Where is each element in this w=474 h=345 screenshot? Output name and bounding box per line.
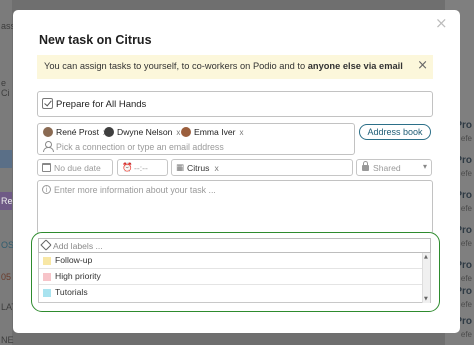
bg-item-sub: efe: [460, 300, 472, 309]
modal-title: New task on Citrus: [39, 33, 152, 47]
labels-search-input[interactable]: Add labels ...: [38, 238, 431, 253]
description-placeholder: Enter more information about your task .…: [54, 185, 216, 195]
task-name-value: Prepare for All Hands: [56, 99, 147, 110]
alarm-clock-icon: ⏰: [122, 163, 133, 173]
bg-item-sub: efe: [460, 239, 472, 248]
bg-fragment: e Ci: [1, 78, 10, 98]
workspace-field[interactable]: ▦ Citrus x: [171, 159, 353, 176]
assignee-chip: Emma Iver x: [181, 127, 244, 139]
info-text-bold: anyone else via email: [307, 61, 403, 71]
tag-icon: [40, 239, 52, 251]
label-option-follow-up[interactable]: Follow-up: [39, 253, 424, 269]
assignee-input-placeholder[interactable]: Pick a connection or type an email addre…: [56, 142, 224, 152]
info-banner: You can assign tasks to yourself, to co-…: [37, 55, 433, 79]
label-option-name: Tutorials: [55, 287, 88, 297]
scroll-up-icon[interactable]: ▲: [424, 254, 428, 260]
checkbox-icon: [42, 98, 53, 109]
info-icon: i: [42, 185, 51, 194]
time-field[interactable]: ⏰ --:--: [117, 159, 168, 176]
remove-workspace-icon[interactable]: x: [214, 163, 218, 173]
workspace-icon: ▦: [176, 163, 185, 173]
remove-assignee-icon[interactable]: x: [240, 128, 244, 137]
chevron-down-icon: ▾: [422, 162, 427, 171]
label-color-swatch: [43, 289, 51, 297]
info-text: You can assign tasks to yourself, to co-…: [44, 61, 403, 71]
label-option-name: High priority: [55, 271, 101, 281]
bg-fragment: 05: [1, 272, 12, 282]
bg-item-sub: efe: [460, 330, 472, 339]
bg-bar: [0, 150, 12, 168]
bg-item-sub: efe: [460, 274, 472, 283]
due-date-field[interactable]: No due date: [37, 159, 113, 176]
labels-list: Follow-up High priority Tutorials ▲ ▼: [38, 253, 431, 303]
label-option-high-priority[interactable]: High priority: [39, 269, 424, 285]
remove-assignee-icon[interactable]: x: [176, 128, 180, 137]
avatar: [104, 127, 114, 137]
assignee-chip: René Prostx: [43, 127, 107, 139]
scroll-down-icon[interactable]: ▼: [424, 296, 428, 302]
person-icon: [43, 141, 54, 152]
label-option-name: Follow-up: [55, 255, 93, 265]
workspace-chip: Citrus x: [187, 163, 219, 173]
bg-fragment: Re: [1, 196, 13, 206]
labels-search-placeholder: Add labels ...: [53, 241, 103, 251]
assignee-name: Dwyne Nelson: [117, 127, 173, 137]
label-color-swatch: [43, 273, 51, 281]
bg-item-sub: efe: [460, 204, 472, 213]
workspace-chip-label: Citrus: [187, 163, 210, 173]
visibility-value: Shared: [373, 163, 401, 173]
close-icon[interactable]: ×: [435, 16, 448, 31]
bg-fragment: NE 1: [1, 335, 14, 345]
lock-icon: [362, 161, 369, 171]
calendar-icon: [42, 163, 51, 172]
labels-scrollbar[interactable]: ▲ ▼: [422, 253, 430, 303]
bg-item-sub: efe: [460, 169, 472, 178]
address-book-button[interactable]: Address book: [359, 124, 431, 140]
assignee-chip: Dwyne Nelson x: [104, 127, 180, 139]
avatar: [43, 127, 53, 137]
background-left-pane: ass e Ci Re OS 05 LAT NE 1: [0, 0, 17, 345]
labels-dropdown: Add labels ... Follow-up High priority T…: [31, 232, 440, 312]
dismiss-info-icon[interactable]: ×: [417, 58, 428, 73]
bg-item-sub: efe: [460, 134, 472, 143]
assignee-name: René Prost: [56, 127, 99, 137]
assignee-field[interactable]: René Prostx Dwyne Nelsonx Emma Iverx Pic…: [37, 123, 355, 155]
due-date-placeholder: No due date: [54, 163, 101, 173]
visibility-select[interactable]: Shared ▾: [356, 159, 432, 176]
label-option-tutorials[interactable]: Tutorials: [39, 285, 424, 301]
label-color-swatch: [43, 257, 51, 265]
avatar: [181, 127, 191, 137]
assignee-name: Emma Iver: [194, 127, 236, 137]
task-name-field[interactable]: Prepare for All Hands: [37, 91, 433, 117]
description-field[interactable]: i Enter more information about your task…: [37, 180, 433, 234]
info-text-plain: You can assign tasks to yourself, to co-…: [44, 61, 308, 71]
time-placeholder: --:--: [134, 163, 148, 173]
